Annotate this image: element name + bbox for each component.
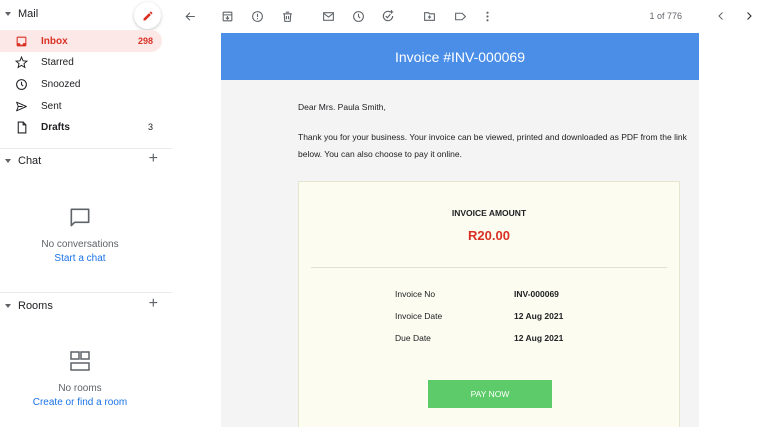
more-options-icon[interactable] [480,9,494,23]
message-toolbar: 1 of 776 [172,0,768,33]
move-to-folder-icon[interactable] [422,9,436,23]
detail-value: INV-000069 [514,289,559,299]
mark-unread-icon[interactable] [321,9,335,23]
rooms-section-title: Rooms [18,300,53,312]
detail-label: Invoice Date [395,311,443,321]
no-conversations-text: No conversations [41,239,119,250]
sidebar-item-inbox[interactable]: Inbox 298 [0,30,162,52]
pencil-icon [143,10,153,20]
invoice-banner: Invoice #INV-000069 [221,33,699,80]
sidebar-item-sent[interactable]: Sent [0,95,162,117]
sidebar-item-snoozed[interactable]: Snoozed [0,73,162,95]
compose-button[interactable] [134,2,161,29]
unread-count: 298 [137,36,153,46]
archive-icon[interactable] [220,9,234,23]
clock-icon [14,77,28,91]
back-arrow-icon[interactable] [183,9,197,23]
rooms-section-header[interactable]: Rooms + [0,294,172,316]
send-icon [14,99,28,113]
start-chat-link[interactable]: Start a chat [0,253,160,264]
invoice-card: INVOICE AMOUNT R20.00 Invoice No INV-000… [298,181,680,427]
section-divider [0,292,172,293]
mail-section-title: Mail [18,8,39,20]
add-chat-icon[interactable]: + [149,149,158,169]
chat-section-header[interactable]: Chat + [0,149,172,171]
add-room-icon[interactable]: + [149,294,158,314]
chat-section-title: Chat [18,155,42,167]
no-rooms-text: No rooms [58,383,102,394]
collapse-caret-icon [5,159,11,163]
section-divider [0,148,172,149]
draft-count: 3 [147,122,153,132]
invoice-title: Invoice #INV-000069 [395,48,525,65]
sidebar-item-label: Starred [41,56,74,68]
add-task-icon[interactable] [381,9,395,23]
sidebar-item-label: Snoozed [41,78,81,90]
pay-now-button[interactable]: PAY NOW [428,380,552,408]
delete-icon[interactable] [280,9,294,23]
message-text: Thank you for your business. Your invoic… [298,132,687,159]
invoice-number-row: Invoice No INV-000069 [395,289,595,301]
sidebar-item-starred[interactable]: Starred [0,51,162,73]
collapse-caret-icon [5,304,11,308]
card-divider [311,267,667,268]
sidebar-item-drafts[interactable]: Drafts 3 [0,116,162,138]
draft-icon [14,120,28,134]
pagination-counter: 1 of 776 [649,11,682,21]
chat-bubble-icon [67,205,93,236]
snooze-clock-icon[interactable] [351,9,365,23]
detail-label: Invoice No [395,289,436,299]
older-chevron-right-icon[interactable] [742,9,756,23]
report-spam-icon[interactable] [250,9,264,23]
create-room-link[interactable]: Create or find a room [0,397,160,408]
due-date-row: Due Date 12 Aug 2021 [395,333,595,345]
label-tag-icon[interactable] [453,9,467,23]
sidebar-item-label: Inbox [41,35,68,47]
inbox-icon [14,34,28,48]
star-icon [14,55,28,69]
sidebar-item-label: Sent [41,100,62,112]
invoice-amount-label: INVOICE AMOUNT [451,208,527,218]
detail-value: 12 Aug 2021 [514,311,564,321]
email-body: Invoice #INV-000069 Dear Mrs. Paula Smit… [221,33,699,427]
greeting-text: Dear Mrs. Paula Smith, [298,102,386,112]
sidebar-item-label: Drafts [41,121,70,133]
newer-chevron-left-icon[interactable] [714,9,728,23]
rooms-icon [68,349,92,378]
detail-label: Due Date [395,333,431,343]
collapse-caret-icon [5,12,11,16]
invoice-amount-value: R20.00 [468,228,510,243]
detail-value: 12 Aug 2021 [514,333,564,343]
sidebar: Mail Inbox 298 Starred Snoozed Sent Draf… [0,0,172,427]
pay-now-label: PAY NOW [470,389,510,399]
invoice-date-row: Invoice Date 12 Aug 2021 [395,311,595,323]
